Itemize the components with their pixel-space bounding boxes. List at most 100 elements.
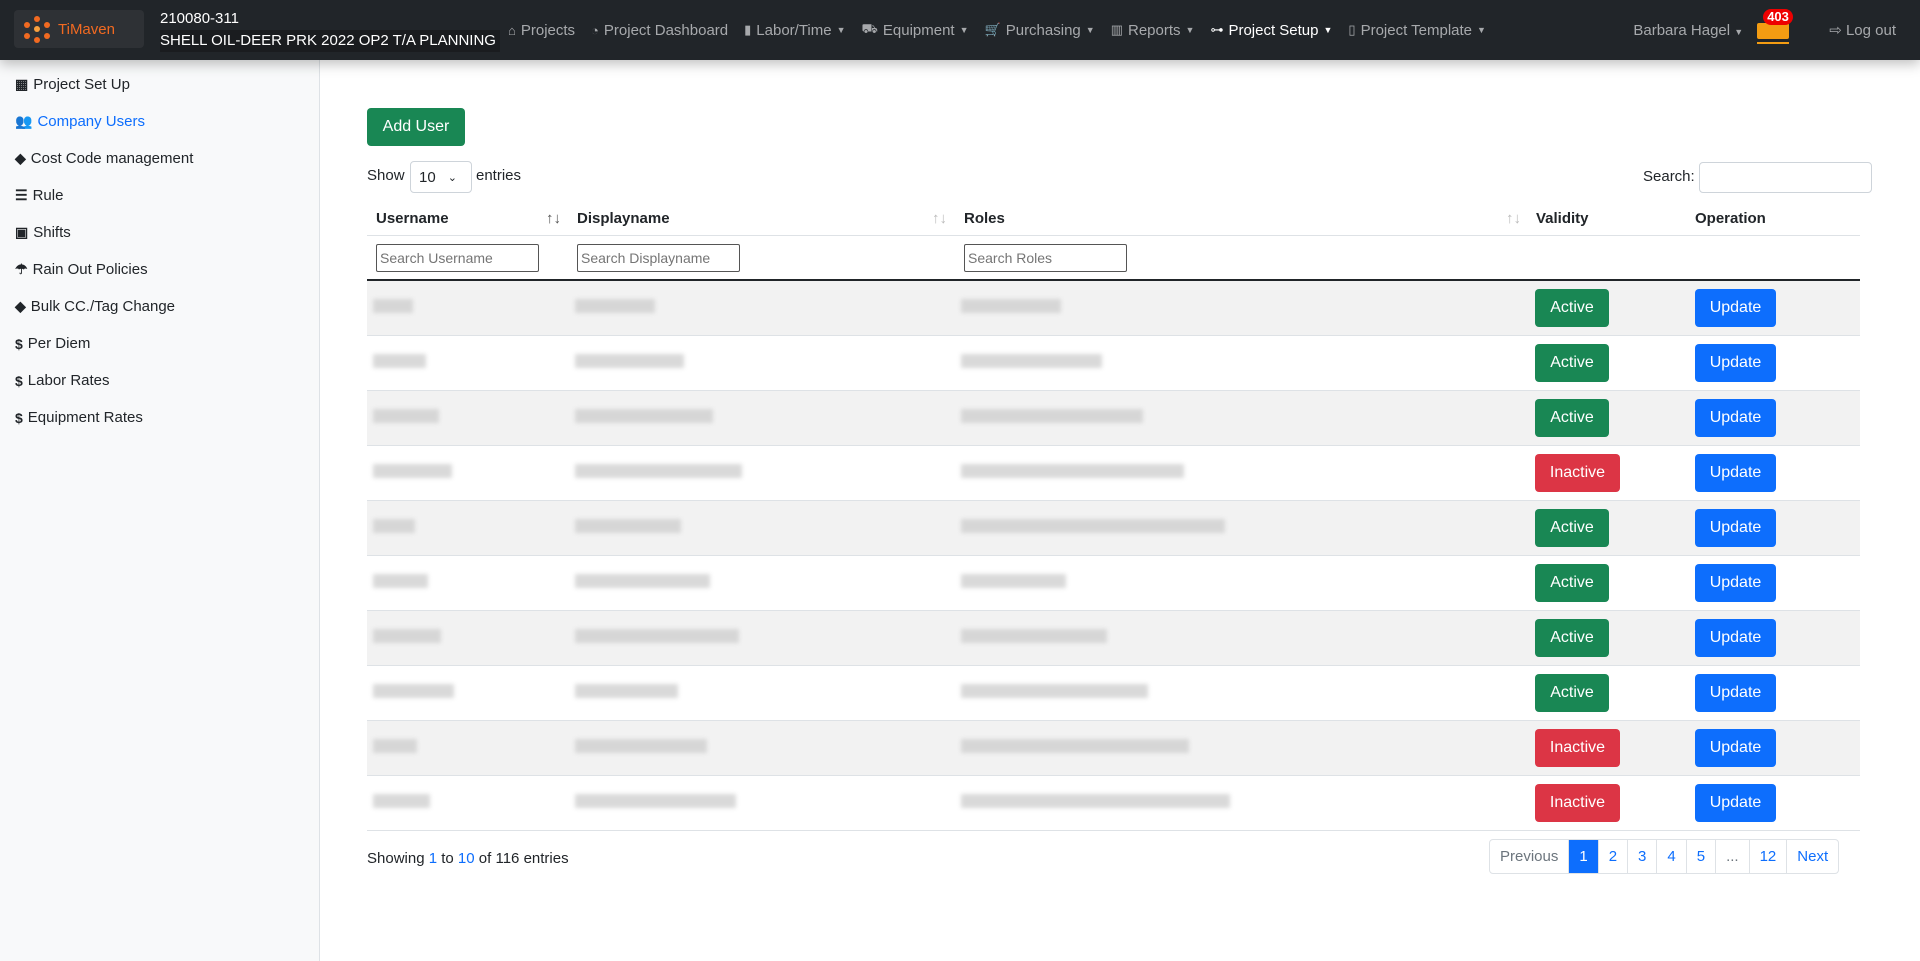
sidebar-item-shifts[interactable]: ▣ Shifts [15, 224, 71, 241]
menu-project-setup[interactable]: ⊶ Project Setup ▼ [1210, 22, 1332, 39]
menu-project-template[interactable]: ▯ Project Template ▼ [1348, 22, 1486, 39]
sidebar-item-bulk-cc-tag-change[interactable]: ◆ Bulk CC./Tag Change [15, 298, 175, 315]
redacted-username [373, 409, 439, 423]
table-row: Active Update [367, 556, 1860, 611]
sidebar-item-label: Cost Code management [30, 150, 194, 167]
project-code: 210080-311 [160, 10, 239, 27]
redacted-roles [961, 794, 1230, 808]
search-displayname-input[interactable] [577, 244, 740, 272]
page-button[interactable]: ... [1715, 840, 1749, 873]
col-displayname[interactable]: Displayname [577, 210, 670, 227]
sidebar-item-label: Project Set Up [33, 76, 130, 93]
search-label: Search: [1643, 168, 1695, 185]
validity-badge[interactable]: Active [1535, 619, 1609, 657]
sidebar-item-per-diem[interactable]: $ Per Diem [15, 335, 90, 352]
validity-badge[interactable]: Inactive [1535, 729, 1620, 767]
sort-icon[interactable]: ↑↓ [546, 210, 561, 227]
update-button[interactable]: Update [1695, 784, 1776, 822]
caret-down-icon: ▼ [1477, 25, 1486, 35]
update-button[interactable]: Update [1695, 399, 1776, 437]
update-button[interactable]: Update [1695, 729, 1776, 767]
sidebar-item-equipment-rates[interactable]: $ Equipment Rates [15, 409, 143, 426]
validity-badge[interactable]: Inactive [1535, 784, 1620, 822]
sidebar-item-rule[interactable]: ☰ Rule [15, 187, 63, 204]
page-button[interactable]: 3 [1627, 840, 1656, 873]
table-row: Inactive Update [367, 776, 1860, 831]
add-user-button[interactable]: Add User [367, 108, 465, 146]
menu-reports[interactable]: ▥ Reports ▼ [1111, 22, 1195, 39]
next-page-button[interactable]: Next [1786, 840, 1838, 873]
caret-down-icon: ▼ [1734, 26, 1744, 37]
sidebar-item-cost-code-management[interactable]: ◆ Cost Code management [15, 150, 193, 167]
id-badge-icon: ▮ [744, 22, 752, 37]
redacted-username [373, 519, 415, 533]
redacted-displayname [575, 574, 710, 588]
validity-badge[interactable]: Active [1535, 289, 1609, 327]
caret-down-icon: ▼ [959, 25, 969, 35]
sort-icon[interactable]: ↑↓ [1506, 210, 1521, 227]
page-button[interactable]: 5 [1685, 840, 1715, 873]
table-row: Inactive Update [367, 721, 1860, 776]
logo[interactable]: TiMaven [14, 10, 144, 48]
logo-text: TiMaven [58, 20, 115, 38]
search-roles-input[interactable] [964, 244, 1127, 272]
validity-badge[interactable]: Inactive [1535, 454, 1620, 492]
sitemap-icon: ⊶ [1210, 22, 1224, 37]
menu-project-dashboard[interactable]: ◔ Project Dashboard [591, 22, 728, 39]
page-button[interactable]: 4 [1656, 840, 1685, 873]
menu-equipment[interactable]: ⛟ Equipment ▼ [862, 21, 969, 39]
col-operation: Operation [1695, 210, 1766, 227]
page-button[interactable]: 12 [1748, 840, 1787, 873]
update-button[interactable]: Update [1695, 564, 1776, 602]
sidebar-item-rain-out-policies[interactable]: ☂ Rain Out Policies [15, 261, 148, 278]
validity-badge[interactable]: Active [1535, 564, 1609, 602]
redacted-roles [961, 354, 1102, 368]
project-info: 210080-311 SHELL OIL-DEER PRK 2022 OP2 T… [160, 8, 500, 52]
col-username[interactable]: Username [376, 210, 449, 227]
table-header: Username ↑↓ Displayname ↑↓ Roles ↑↓ Vali… [367, 202, 1860, 236]
menu-purchasing[interactable]: 🛒 Purchasing ▼ [985, 22, 1095, 39]
table-row: Active Update [367, 336, 1860, 391]
inbox-count-badge: 403 [1763, 9, 1793, 25]
page-button[interactable]: 2 [1597, 840, 1627, 873]
update-button[interactable]: Update [1695, 289, 1776, 327]
menu-label: Purchasing [1005, 21, 1081, 39]
menu-labor-time[interactable]: ▮ Labor/Time ▼ [744, 22, 845, 39]
redacted-username [373, 299, 413, 313]
inbox-icon[interactable]: 403 [1757, 9, 1793, 44]
validity-badge[interactable]: Active [1535, 509, 1609, 547]
logout-link[interactable]: ⇨ Log out [1829, 21, 1896, 39]
dollar-icon: $ [15, 409, 23, 426]
update-button[interactable]: Update [1695, 619, 1776, 657]
sliders-icon: ☰ [15, 187, 28, 203]
update-button[interactable]: Update [1695, 509, 1776, 547]
page-button[interactable]: 1 [1568, 840, 1598, 873]
previous-page-button[interactable]: Previous [1490, 840, 1568, 873]
table-row: Active Update [367, 666, 1860, 721]
page-size-value: 10 [419, 168, 436, 186]
menu-projects[interactable]: ⌂ Projects [508, 22, 575, 39]
sort-icon[interactable]: ↑↓ [932, 210, 947, 227]
update-button[interactable]: Update [1695, 344, 1776, 382]
redacted-roles [961, 574, 1066, 588]
redacted-roles [961, 739, 1189, 753]
validity-badge[interactable]: Active [1535, 674, 1609, 712]
sidebar-item-company-users[interactable]: 👥 Company Users [15, 113, 145, 130]
col-roles[interactable]: Roles [964, 210, 1005, 227]
validity-badge[interactable]: Active [1535, 399, 1609, 437]
dollar-icon: $ [15, 335, 23, 352]
search-input[interactable] [1699, 162, 1872, 193]
sidebar-item-labor-rates[interactable]: $ Labor Rates [15, 372, 110, 389]
update-button[interactable]: Update [1695, 454, 1776, 492]
redacted-roles [961, 409, 1143, 423]
sidebar-item-project-set-up[interactable]: ▦ Project Set Up [15, 76, 130, 93]
redacted-displayname [575, 684, 678, 698]
update-button[interactable]: Update [1695, 674, 1776, 712]
validity-badge[interactable]: Active [1535, 344, 1609, 382]
user-menu[interactable]: Barbara Hagel ▼ [1633, 22, 1743, 39]
sidebar-item-label: Bulk CC./Tag Change [30, 298, 176, 315]
redacted-roles [961, 299, 1061, 313]
page-size-select[interactable]: 10 ⌄ [410, 161, 472, 193]
table-row: Active Update [367, 391, 1860, 446]
search-username-input[interactable] [376, 244, 539, 272]
